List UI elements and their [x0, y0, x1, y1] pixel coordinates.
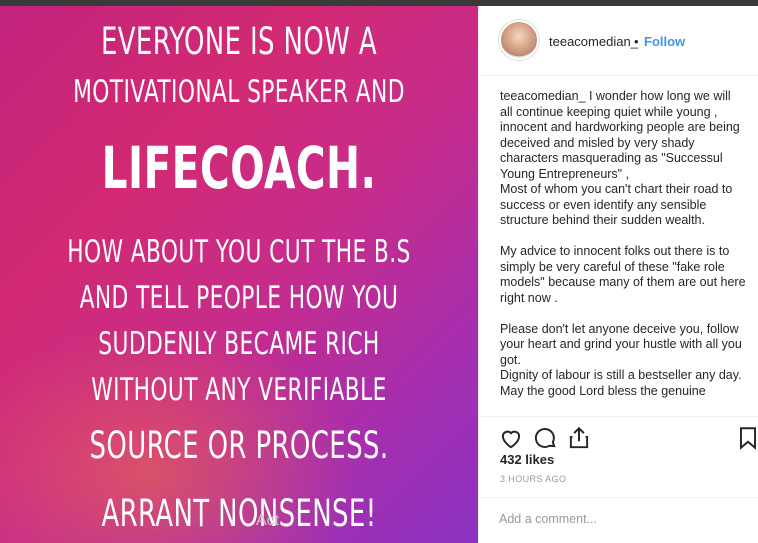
header-username[interactable]: teeacomedian_ [549, 34, 638, 49]
post-timestamp[interactable]: 3 HOURS AGO [500, 474, 566, 484]
post-header: teeacomedian_ • Follow [479, 6, 758, 76]
story-text-headline: LIFECOACH. [101, 134, 377, 202]
story-text-line: WITHOUT ANY VERIFIABLE [91, 372, 387, 408]
activation-watermark: Act [256, 512, 280, 529]
story-text-line: HOW ABOUT YOU CUT THE B.S [67, 234, 411, 270]
post-image: EVERYONE IS NOW A MOTIVATIONAL SPEAKER A… [0, 6, 478, 543]
story-text-line: ARRANT NONSENSE! [101, 492, 377, 535]
comment-input[interactable] [499, 512, 729, 526]
story-text-line: AND TELL PEOPLE HOW YOU [79, 280, 399, 316]
comment-icon[interactable] [532, 425, 558, 451]
story-text-line: EVERYONE IS NOW A [100, 20, 378, 63]
separator-dot: • [634, 34, 639, 49]
likes-count[interactable]: 432 likes [500, 452, 554, 467]
follow-button[interactable]: Follow [644, 34, 685, 49]
bookmark-icon[interactable] [735, 425, 758, 451]
avatar[interactable] [499, 20, 539, 60]
comment-section [479, 497, 758, 543]
story-text-line: SOURCE OR PROCESS. [89, 424, 389, 467]
story-text-line: SUDDENLY BECAME RICH [98, 326, 380, 362]
action-bar [479, 416, 758, 454]
share-icon[interactable] [566, 425, 592, 451]
caption-text: I wonder how long we will all continue k… [500, 89, 746, 398]
heart-icon[interactable] [498, 425, 524, 451]
post-caption: teeacomedian_ I wonder how long we will … [500, 89, 746, 416]
caption-username[interactable]: teeacomedian_ [500, 89, 585, 103]
post-sidebar: teeacomedian_ • Follow teeacomedian_ I w… [478, 6, 758, 543]
story-text-line: MOTIVATIONAL SPEAKER AND [73, 74, 405, 110]
